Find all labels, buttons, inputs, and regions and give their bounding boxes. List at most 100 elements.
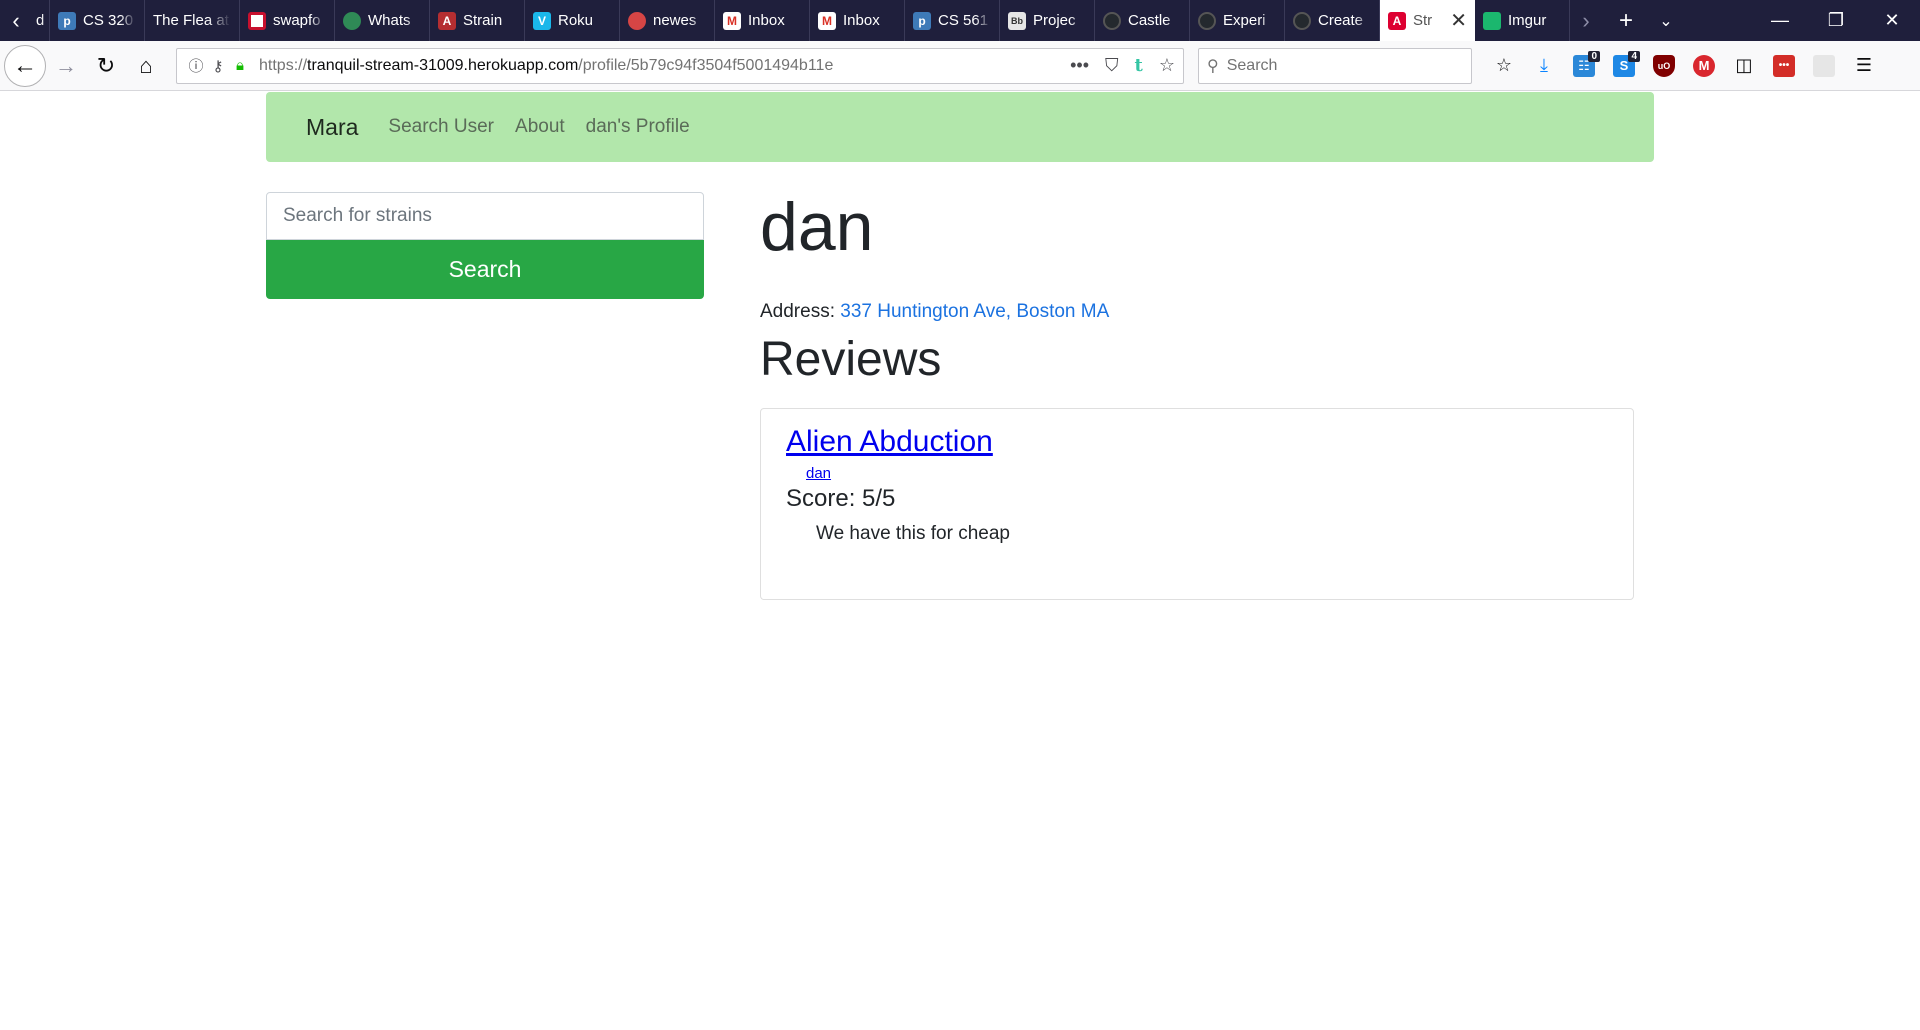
ublock-shield-icon[interactable]: uO — [1644, 46, 1684, 86]
github-icon — [1103, 11, 1121, 30]
review-text: We have this for cheap — [816, 523, 1010, 545]
tab-label: CS 561 — [938, 12, 989, 29]
mega-box: M — [1693, 54, 1715, 77]
piazza-icon: p — [913, 11, 931, 30]
strain-search-button[interactable]: Search — [266, 240, 704, 299]
tab-roku[interactable]: V Roku — [525, 0, 620, 41]
forward-arrow-icon[interactable]: → — [46, 46, 86, 86]
tab-castle[interactable]: Castle — [1095, 0, 1190, 41]
tab-swapfo[interactable]: swapfo — [240, 0, 335, 41]
nav-profile[interactable]: dan's Profile — [586, 116, 690, 138]
list-all-tabs-chevron-icon[interactable]: ⌄ — [1646, 0, 1686, 41]
close-tab-icon[interactable]: ✕ — [1450, 8, 1467, 33]
imgur-icon — [1483, 11, 1501, 30]
mega-icon[interactable]: M — [1684, 46, 1724, 86]
tab-strip: ‹ dit p CS 320 The Flea at swapfo Whats … — [0, 0, 1920, 41]
minimize-icon[interactable]: — — [1752, 0, 1808, 41]
tab-active-strain[interactable]: A Str ✕ — [1380, 0, 1475, 41]
scroll-tabs-right-icon[interactable]: › — [1570, 0, 1602, 41]
restore-icon[interactable]: ❐ — [1808, 0, 1864, 41]
tab-project[interactable]: Bb Projec — [1000, 0, 1095, 41]
tab-label: newes — [653, 12, 697, 29]
tab-the-flea[interactable]: The Flea at — [145, 0, 240, 41]
info-icon[interactable]: ⓘ — [185, 55, 207, 76]
blank-extension-box — [1813, 54, 1835, 77]
url-host: tranquil-stream-31009.herokuapp.com — [307, 56, 579, 74]
tab-label: Projec — [1033, 12, 1076, 29]
page-actions-ellipsis-icon[interactable]: ••• — [1070, 55, 1089, 76]
tab-cs320[interactable]: p CS 320 — [50, 0, 145, 41]
tab-label: Inbox — [843, 12, 880, 29]
blank-extension-icon[interactable] — [1804, 46, 1844, 86]
tab-strain[interactable]: A Strain — [430, 0, 525, 41]
review-score: Score: 5/5 — [786, 485, 896, 513]
ublock-shield-box: uO — [1653, 54, 1675, 77]
gmail-icon: M — [818, 11, 836, 30]
address-link[interactable]: 337 Huntington Ave, Boston MA — [840, 301, 1109, 322]
tumblr-icon[interactable]: t — [1135, 55, 1143, 76]
tab-imgur[interactable]: Imgur — [1475, 0, 1570, 41]
tab-label: Inbox — [748, 12, 785, 29]
bookmark-star-icon[interactable]: ☆ — [1159, 55, 1175, 76]
tab-label: Imgur — [1508, 12, 1547, 29]
url-bar[interactable]: ⓘ ⚷ 🔒︎ https://tranquil-stream-31009.her… — [176, 47, 1184, 84]
bookmarks-menu-icon[interactable]: ☆ — [1484, 46, 1524, 86]
github-icon — [1293, 11, 1311, 30]
back-arrow-icon[interactable]: ← — [4, 44, 46, 87]
close-window-icon[interactable]: ✕ — [1864, 0, 1920, 41]
tab-experi[interactable]: Experi — [1190, 0, 1285, 41]
address-label: Address: — [760, 300, 835, 322]
new-tab-plus-icon[interactable]: + — [1606, 0, 1646, 41]
strain-search-form: Search — [266, 192, 704, 299]
nav-about[interactable]: About — [515, 116, 565, 138]
angular-icon: A — [438, 11, 456, 30]
url-prefix: https:// — [259, 56, 308, 74]
address-line: Address: 337 Huntington Ave, Boston MA — [760, 301, 1634, 323]
tab-create[interactable]: Create — [1285, 0, 1380, 41]
tab-cs561[interactable]: p CS 561 — [905, 0, 1000, 41]
home-icon[interactable]: ⌂ — [126, 46, 166, 86]
nav-search-user[interactable]: Search User — [388, 116, 494, 138]
gmail-icon: M — [723, 11, 741, 30]
extension-bell-icon[interactable]: ☷ 0 — [1564, 46, 1604, 86]
review-author-link[interactable]: dan — [806, 465, 831, 482]
sidebar-toggle-icon[interactable]: ◫ — [1724, 46, 1764, 86]
strain-search-input[interactable] — [266, 192, 704, 240]
angular-icon: A — [1388, 11, 1406, 30]
tab-inbox-1[interactable]: M Inbox — [715, 0, 810, 41]
extension-s-icon[interactable]: S 4 — [1604, 46, 1644, 86]
blackboard-icon: Bb — [1008, 11, 1026, 30]
tab-inbox-2[interactable]: M Inbox — [810, 0, 905, 41]
tab-label: The Flea at — [153, 12, 229, 29]
tab-whats[interactable]: Whats — [335, 0, 430, 41]
tab-label: Whats — [368, 12, 411, 29]
profile-name: dan — [760, 189, 874, 265]
tab-label: swapfo — [273, 12, 321, 29]
lastpass-icon[interactable]: ••• — [1764, 46, 1804, 86]
browser-search-input[interactable] — [1226, 56, 1447, 75]
url-text[interactable]: https://tranquil-stream-31009.herokuapp.… — [259, 57, 833, 75]
key-icon[interactable]: ⚷ — [207, 57, 229, 75]
tab-label: CS 320 — [83, 12, 134, 29]
site-brand[interactable]: Mara — [306, 114, 358, 141]
browser-search-bar[interactable]: ⚲ — [1198, 47, 1472, 84]
browser-toolbar: ← → ↻ ⌂ ⓘ ⚷ 🔒︎ https://tranquil-stream-3… — [0, 41, 1920, 91]
vimeo-icon: V — [533, 11, 551, 30]
url-path: /profile/5b79c94f3504f5001494b11e — [578, 56, 834, 74]
hamburger-menu-icon[interactable]: ☰ — [1844, 46, 1884, 86]
piazza-icon: p — [58, 11, 76, 30]
extension-badge-count: 0 — [1588, 50, 1600, 62]
stripes-icon — [248, 11, 266, 30]
tab-label: Castle — [1128, 12, 1171, 29]
pocket-icon[interactable]: ⛉ — [1105, 55, 1119, 76]
downloads-icon[interactable]: ⤓ — [1524, 46, 1564, 86]
review-strain-link[interactable]: Alien Abduction — [786, 425, 993, 458]
tab-partial[interactable]: dit — [32, 0, 50, 41]
tab-newest[interactable]: newes — [620, 0, 715, 41]
reddit-icon — [628, 11, 646, 30]
tab-label: Roku — [558, 12, 594, 29]
scroll-tabs-left-icon[interactable]: ‹ — [0, 0, 32, 41]
reload-icon[interactable]: ↻ — [86, 46, 126, 86]
lastpass-box: ••• — [1773, 54, 1795, 77]
lock-icon[interactable]: 🔒︎ — [229, 57, 251, 74]
